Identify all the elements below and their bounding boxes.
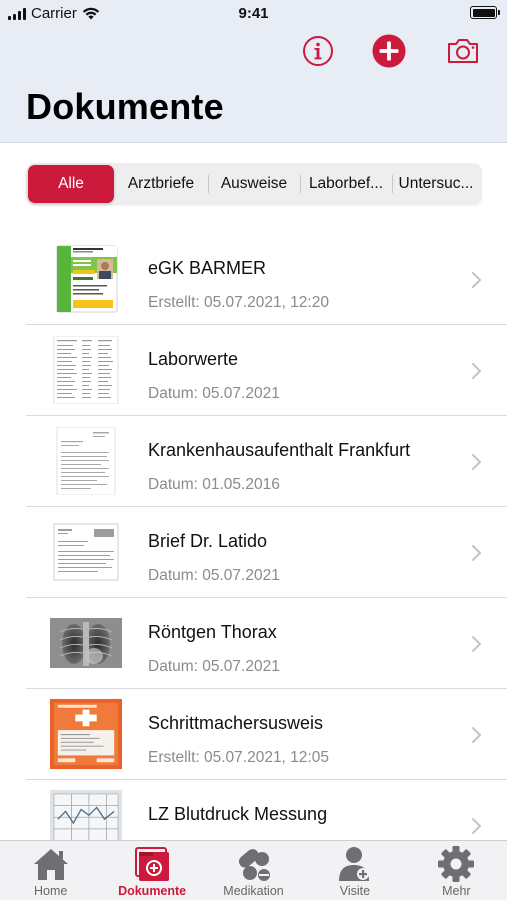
- tab-label: Mehr: [442, 884, 471, 898]
- document-date: Datum: 01.05.2016: [148, 476, 280, 493]
- info-button[interactable]: [301, 34, 335, 68]
- header: Carrier 9:41 Dokumente: [0, 0, 507, 143]
- tab-label: Visite: [339, 884, 371, 898]
- tab-visite[interactable]: Visite: [304, 841, 405, 900]
- chevron-right-icon: [472, 454, 481, 470]
- document-date: Datum: 05.07.2021: [148, 658, 280, 675]
- document-row[interactable]: eGK BARMER Erstellt: 05.07.2021, 12:20: [0, 234, 507, 325]
- letter-thumbnail: [50, 517, 122, 587]
- document-row[interactable]: Röntgen Thorax Datum: 05.07.2021: [0, 598, 507, 689]
- pacemaker-card-thumbnail: [50, 698, 122, 770]
- health-card-thumbnail: [50, 244, 122, 314]
- pills-icon: [238, 849, 270, 881]
- chevron-right-icon: [472, 727, 481, 743]
- status-time: 9:41: [238, 5, 269, 22]
- document-date: Datum: 05.07.2021: [148, 385, 280, 402]
- document-title: eGK BARMER: [148, 258, 267, 278]
- add-document-button[interactable]: [372, 34, 406, 68]
- document-row[interactable]: Brief Dr. Latido Datum: 05.07.2021: [0, 507, 507, 598]
- document-date: Datum: 05.07.2021: [148, 567, 280, 584]
- document-title: Krankenhausaufenthalt Frankfurt: [148, 440, 411, 460]
- documents-icon: [135, 847, 170, 881]
- tab-mehr[interactable]: Mehr: [406, 841, 507, 900]
- document-row[interactable]: Laborwerte Datum: 05.07.2021: [0, 325, 507, 416]
- filter-ausweise[interactable]: Ausweise: [208, 165, 300, 203]
- chevron-right-icon: [472, 818, 481, 834]
- chevron-right-icon: [472, 545, 481, 561]
- document-list: eGK BARMER Erstellt: 05.07.2021, 12:20 L…: [0, 234, 507, 871]
- doctor-icon: [338, 847, 369, 881]
- document-thumbnail: [50, 426, 122, 496]
- xray-thumbnail: [50, 608, 122, 678]
- tab-label: Medikation: [223, 884, 284, 898]
- document-filter: Alle Arztbriefe Ausweise Laborbef... Unt…: [26, 163, 482, 205]
- gear-icon: [438, 846, 475, 882]
- tab-dokumente[interactable]: Dokumente: [101, 841, 202, 900]
- chevron-right-icon: [472, 636, 481, 652]
- document-title: Schrittmachersusweis: [148, 713, 324, 733]
- chevron-right-icon: [472, 363, 481, 379]
- document-row[interactable]: Schrittmachersusweis Erstellt: 05.07.202…: [0, 689, 507, 780]
- battery-icon: [470, 6, 500, 19]
- document-title: Laborwerte: [148, 349, 239, 369]
- filter-untersuchungen[interactable]: Untersuc...: [392, 165, 480, 203]
- document-title: Brief Dr. Latido: [148, 531, 268, 551]
- camera-button[interactable]: [446, 34, 480, 68]
- document-date: Erstellt: 05.07.2021, 12:20: [148, 294, 329, 311]
- camera-icon: [448, 39, 478, 63]
- tab-label: Dokumente: [118, 884, 187, 898]
- home-icon: [33, 849, 68, 880]
- document-title: Röntgen Thorax: [148, 622, 277, 642]
- tab-label: Home: [34, 884, 68, 898]
- chevron-right-icon: [472, 272, 481, 288]
- document-row[interactable]: Krankenhausaufenthalt Frankfurt Datum: 0…: [0, 416, 507, 507]
- lab-report-thumbnail: [50, 335, 122, 405]
- tab-bar: Home Dokumente Medikation Visite Mehr: [0, 840, 507, 900]
- document-date: Erstellt: 05.07.2021, 12:05: [148, 749, 329, 766]
- filter-laborbefunde[interactable]: Laborbef...: [300, 165, 392, 203]
- status-bar: Carrier 9:41: [0, 0, 507, 30]
- filter-arztbriefe[interactable]: Arztbriefe: [114, 165, 208, 203]
- add-circle-icon: [372, 34, 406, 68]
- page-title: Dokumente: [26, 86, 224, 127]
- info-icon: [303, 36, 333, 66]
- tab-medikation[interactable]: Medikation: [203, 841, 304, 900]
- filter-alle[interactable]: Alle: [28, 165, 114, 203]
- document-title: LZ Blutdruck Messung: [148, 804, 328, 824]
- tab-home[interactable]: Home: [0, 841, 101, 900]
